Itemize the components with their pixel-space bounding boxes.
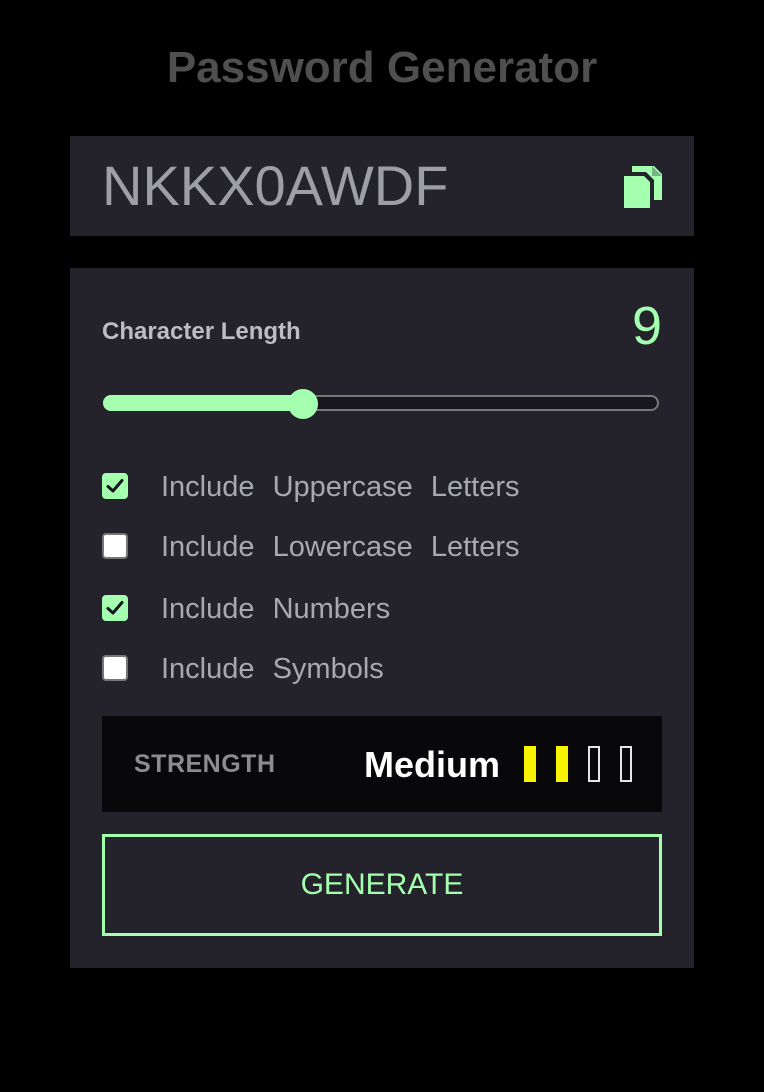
numbers-label: Include Numbers [161,593,391,625]
settings-panel: Character Length 9 Include Uppercase Let… [70,268,694,968]
page-title: Password Generator [166,43,598,92]
option-numbers[interactable]: Include Numbers [102,589,662,629]
character-length-value: 9 [631,296,662,356]
option-uppercase[interactable]: Include Uppercase Letters [102,467,662,507]
lowercase-checkbox[interactable] [102,533,128,559]
strength-bar [620,746,632,782]
numbers-checkbox[interactable] [102,595,128,621]
lowercase-label: Include Lowercase Letters [161,531,520,563]
checkmark-icon [106,479,124,493]
strength-bar [524,746,536,782]
password-generator-page: Password Generator NKKX0AWDF Character L… [0,0,764,1092]
slider-thumb[interactable] [288,389,318,419]
strength-meter: STRENGTH Medium [102,716,662,812]
slider-fill [103,395,303,411]
strength-label: STRENGTH [134,750,276,778]
strength-bar [588,746,600,782]
option-lowercase[interactable]: Include Lowercase Letters [102,527,662,567]
symbols-label: Include Symbols [161,653,384,685]
checkmark-icon [106,601,124,615]
generate-button[interactable]: GENERATE [102,834,662,936]
length-slider[interactable] [103,389,661,419]
character-length-label: Character Length [102,318,301,345]
strength-bar [556,746,568,782]
password-text: NKKX0AWDF [102,154,449,217]
uppercase-checkbox[interactable] [102,473,128,499]
copy-icon[interactable] [624,166,662,208]
uppercase-label: Include Uppercase Letters [161,471,520,503]
symbols-checkbox[interactable] [102,655,128,681]
strength-value: Medium [364,744,501,785]
password-display: NKKX0AWDF [70,136,694,236]
option-symbols[interactable]: Include Symbols [102,649,662,689]
